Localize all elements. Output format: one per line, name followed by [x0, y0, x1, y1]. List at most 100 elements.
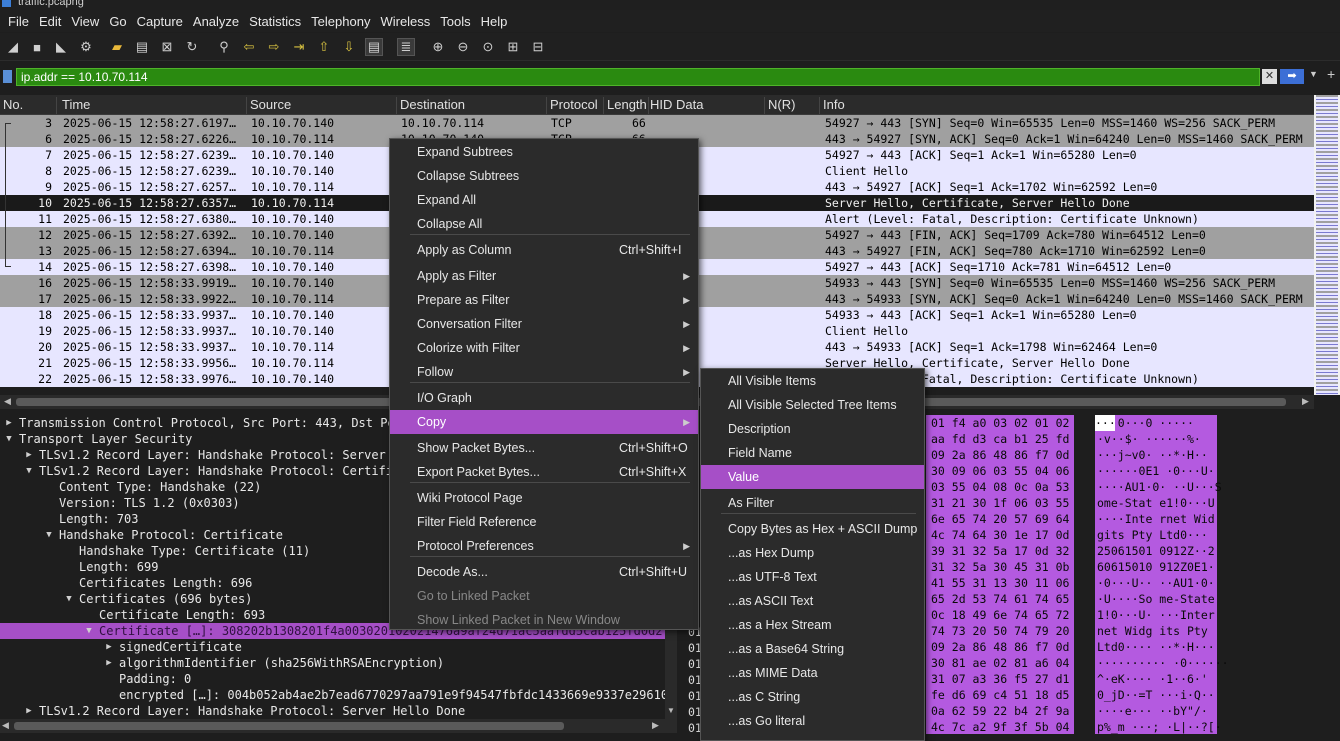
- menu-item-i-o-graph[interactable]: I/O Graph: [390, 386, 698, 410]
- menu-capture[interactable]: Capture: [132, 14, 188, 29]
- copy-item-as-a-hex-stream[interactable]: ...as a Hex Stream: [701, 613, 924, 637]
- packet-row[interactable]: 3 2025-06-15 12:58:27.6197… 10.10.70.140 10…: [0, 115, 1314, 131]
- expanded-arrow-icon[interactable]: ▼: [24, 463, 34, 479]
- copy-item-as-hex-dump[interactable]: ...as Hex Dump: [701, 541, 924, 565]
- menu-item-conversation-filter[interactable]: Conversation Filter ▶: [390, 312, 698, 336]
- ascii-bytes-column[interactable]: ···0···0 ····· ·v··$· ······%· ···j~v0· ··…: [1095, 415, 1229, 734]
- col-no[interactable]: No.: [0, 97, 57, 114]
- collapsed-arrow-icon[interactable]: ▶: [104, 655, 114, 671]
- copy-item-description[interactable]: Description: [701, 417, 924, 441]
- scroll-left-icon[interactable]: ◀: [4, 396, 11, 407]
- copy-item-field-name[interactable]: Field Name: [701, 441, 924, 465]
- menu-item-expand-subtrees[interactable]: Expand Subtrees: [390, 140, 698, 164]
- open-file-icon[interactable]: ▰: [108, 38, 126, 56]
- col-nr[interactable]: N(R): [765, 97, 820, 114]
- tree-item[interactable]: ▶ signedCertificate: [0, 639, 665, 655]
- menu-edit[interactable]: Edit: [34, 14, 66, 29]
- col-destination[interactable]: Destination: [397, 97, 547, 114]
- expanded-arrow-icon[interactable]: ▼: [84, 623, 94, 639]
- stop-capture-icon[interactable]: ■: [28, 38, 46, 56]
- copy-item-as-go-literal[interactable]: ...as Go literal: [701, 709, 924, 733]
- col-info[interactable]: Info: [820, 97, 1314, 114]
- menu-item-prepare-as-filter[interactable]: Prepare as Filter ▶: [390, 288, 698, 312]
- menu-go[interactable]: Go: [104, 14, 131, 29]
- menu-tools[interactable]: Tools: [435, 14, 475, 29]
- capture-options-icon[interactable]: ⚙: [77, 38, 95, 56]
- menu-item-copy[interactable]: Copy ▶: [390, 410, 698, 434]
- copy-item-as-utf-8-text[interactable]: ...as UTF-8 Text: [701, 565, 924, 589]
- apply-filter-icon[interactable]: ➡: [1280, 69, 1304, 84]
- tree-item[interactable]: ▶ algorithmIdentifier (sha256WithRSAEncry…: [0, 655, 665, 671]
- col-protocol[interactable]: Protocol: [547, 97, 604, 114]
- scroll-down-icon[interactable]: ▼: [667, 706, 675, 715]
- col-length[interactable]: Length: [604, 97, 649, 114]
- tree-item[interactable]: Padding: 0: [0, 671, 665, 687]
- bookmark-icon[interactable]: [3, 70, 12, 83]
- menu-help[interactable]: Help: [476, 14, 513, 29]
- menu-view[interactable]: View: [66, 14, 104, 29]
- copy-item-as-ascii-text[interactable]: ...as ASCII Text: [701, 589, 924, 613]
- details-scroll-right-icon[interactable]: ▶: [652, 720, 659, 731]
- packet-list-minimap[interactable]: [1314, 95, 1340, 395]
- collapsed-arrow-icon[interactable]: ▶: [4, 415, 14, 431]
- restart-capture-icon[interactable]: ◣: [52, 38, 70, 56]
- zoom-out-icon[interactable]: ⊖: [454, 38, 472, 56]
- copy-item-as-mime-data[interactable]: ...as MIME Data: [701, 661, 924, 685]
- col-time[interactable]: Time: [59, 97, 247, 114]
- hex-bytes-column[interactable]: 01 f4 a0 03 02 01 02 aa fd d3 ca b1 25 fd…: [926, 415, 1074, 734]
- find-packet-icon[interactable]: ⚲: [215, 38, 233, 56]
- go-back-icon[interactable]: ⇦: [240, 38, 258, 56]
- col-source[interactable]: Source: [247, 97, 397, 114]
- menu-item-show-linked-packet-in-new-window[interactable]: Show Linked Packet in New Window: [390, 608, 698, 632]
- zoom-normal-icon[interactable]: ⊙: [479, 38, 497, 56]
- colorize-icon[interactable]: ≣: [397, 38, 415, 56]
- autoscroll-icon[interactable]: ▤: [365, 38, 383, 56]
- go-forward-icon[interactable]: ⇨: [265, 38, 283, 56]
- menu-item-apply-as-column[interactable]: Apply as Column Ctrl+Shift+I: [390, 238, 698, 262]
- clear-filter-icon[interactable]: ✕: [1262, 69, 1277, 84]
- menu-item-filter-field-reference[interactable]: Filter Field Reference: [390, 510, 698, 534]
- shark-fin-start-icon[interactable]: ◢: [4, 38, 22, 56]
- menu-statistics[interactable]: Statistics: [244, 14, 306, 29]
- expanded-arrow-icon[interactable]: ▼: [4, 431, 14, 447]
- first-packet-icon[interactable]: ⇧: [315, 38, 333, 56]
- menu-item-follow[interactable]: Follow ▶: [390, 360, 698, 384]
- details-hscroll-thumb[interactable]: [14, 722, 564, 730]
- details-scroll-left-icon[interactable]: ◀: [2, 720, 9, 731]
- copy-item-all-visible-items[interactable]: All Visible Items: [701, 369, 924, 393]
- reload-file-icon[interactable]: ↻: [183, 38, 201, 56]
- details-hscrollbar[interactable]: ◀ ▶: [0, 719, 677, 733]
- menu-item-decode-as[interactable]: Decode As... Ctrl+Shift+U: [390, 560, 698, 584]
- last-packet-icon[interactable]: ⇩: [340, 38, 358, 56]
- menu-item-show-packet-bytes[interactable]: Show Packet Bytes... Ctrl+Shift+O: [390, 436, 698, 460]
- copy-item-as-c-string[interactable]: ...as C String: [701, 685, 924, 709]
- tree-item[interactable]: ▶ TLSv1.2 Record Layer: Handshake Protoco…: [0, 703, 665, 719]
- menu-item-expand-all[interactable]: Expand All: [390, 188, 698, 212]
- copy-item-value[interactable]: Value: [701, 465, 924, 489]
- copy-item-as-a-base64-string[interactable]: ...as a Base64 String: [701, 637, 924, 661]
- collapsed-arrow-icon[interactable]: ▶: [104, 639, 114, 655]
- menu-item-go-to-linked-packet[interactable]: Go to Linked Packet: [390, 584, 698, 608]
- copy-item-as-filter[interactable]: As Filter: [701, 491, 924, 515]
- copy-item-all-visible-selected-tree-items[interactable]: All Visible Selected Tree Items: [701, 393, 924, 417]
- zoom-in-icon[interactable]: ⊕: [429, 38, 447, 56]
- copy-item-copy-bytes-as-hex-ascii-dump[interactable]: Copy Bytes as Hex + ASCII Dump: [701, 517, 924, 541]
- save-file-icon[interactable]: ▤: [133, 38, 151, 56]
- collapsed-arrow-icon[interactable]: ▶: [24, 703, 34, 719]
- add-filter-button-icon[interactable]: +: [1327, 66, 1335, 82]
- expanded-arrow-icon[interactable]: ▼: [44, 527, 54, 543]
- display-filter-input[interactable]: ip.addr == 10.10.70.114: [16, 68, 1260, 86]
- menu-item-collapse-all[interactable]: Collapse All: [390, 212, 698, 236]
- go-to-packet-icon[interactable]: ⇥: [290, 38, 308, 56]
- filter-history-icon[interactable]: ▼: [1309, 69, 1318, 79]
- menu-analyze[interactable]: Analyze: [188, 14, 244, 29]
- menu-item-export-packet-bytes[interactable]: Export Packet Bytes... Ctrl+Shift+X: [390, 460, 698, 484]
- tree-item[interactable]: encrypted […]: 004b052ab4ae2b7ead6770297…: [0, 687, 665, 703]
- expand-all-icon[interactable]: ⊟: [529, 38, 547, 56]
- expanded-arrow-icon[interactable]: ▼: [64, 591, 74, 607]
- menu-item-wiki-protocol-page[interactable]: Wiki Protocol Page: [390, 486, 698, 510]
- menu-file[interactable]: File: [3, 14, 34, 29]
- menu-telephony[interactable]: Telephony: [306, 14, 375, 29]
- close-file-icon[interactable]: ⊠: [158, 38, 176, 56]
- menu-item-collapse-subtrees[interactable]: Collapse Subtrees: [390, 164, 698, 188]
